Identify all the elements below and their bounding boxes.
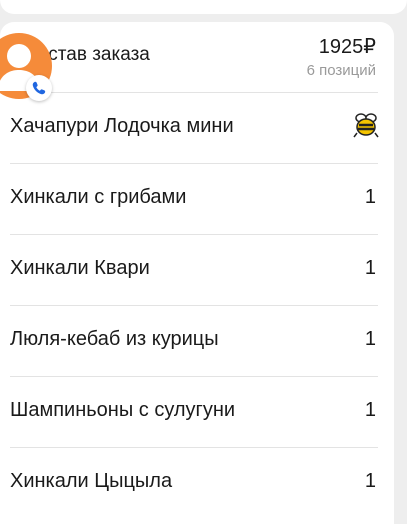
item-name: Хинкали Квари [10, 257, 150, 279]
divider [10, 234, 378, 235]
phone-badge[interactable] [26, 75, 52, 101]
contact-avatar-button[interactable] [0, 33, 54, 103]
order-total: 1925₽ [318, 36, 376, 58]
list-item[interactable]: Шампиньоны с сулугуни 1 [0, 376, 394, 447]
item-name: Хачапури Лодочка мини [10, 115, 234, 137]
divider [10, 376, 378, 377]
previous-card-edge [0, 0, 407, 14]
bee-icon [353, 113, 379, 138]
divider [10, 305, 378, 306]
item-name: Хинкали Цыцыла [10, 470, 173, 492]
list-item[interactable]: Хинкали Квари 1 [0, 234, 394, 305]
item-quantity: 1 [364, 186, 376, 208]
list-item[interactable]: Люля-кебаб из курицы 1 [0, 305, 394, 376]
list-item[interactable]: Хачапури Лодочка мини [0, 92, 394, 163]
item-quantity: 1 [364, 257, 376, 279]
item-name: Люля-кебаб из курицы [10, 328, 219, 350]
item-quantity: 1 [364, 328, 376, 350]
phone-icon [32, 81, 46, 95]
order-summary-header[interactable]: Состав заказа 1925₽ 6 позиций [0, 22, 394, 92]
divider [10, 92, 378, 93]
order-card: Состав заказа 1925₽ 6 позиций Хачапури Л… [0, 22, 394, 524]
list-item[interactable]: Хинкали с грибами 1 [0, 163, 394, 234]
item-name: Шампиньоны с сулугуни [10, 399, 236, 421]
divider [10, 447, 378, 448]
item-quantity: 1 [364, 470, 376, 492]
divider [10, 163, 378, 164]
list-item[interactable]: Хинкали Цыцыла 1 [0, 447, 394, 518]
item-name: Хинкали с грибами [10, 186, 187, 208]
item-quantity: 1 [364, 399, 376, 421]
order-item-count: 6 позиций [306, 62, 376, 79]
